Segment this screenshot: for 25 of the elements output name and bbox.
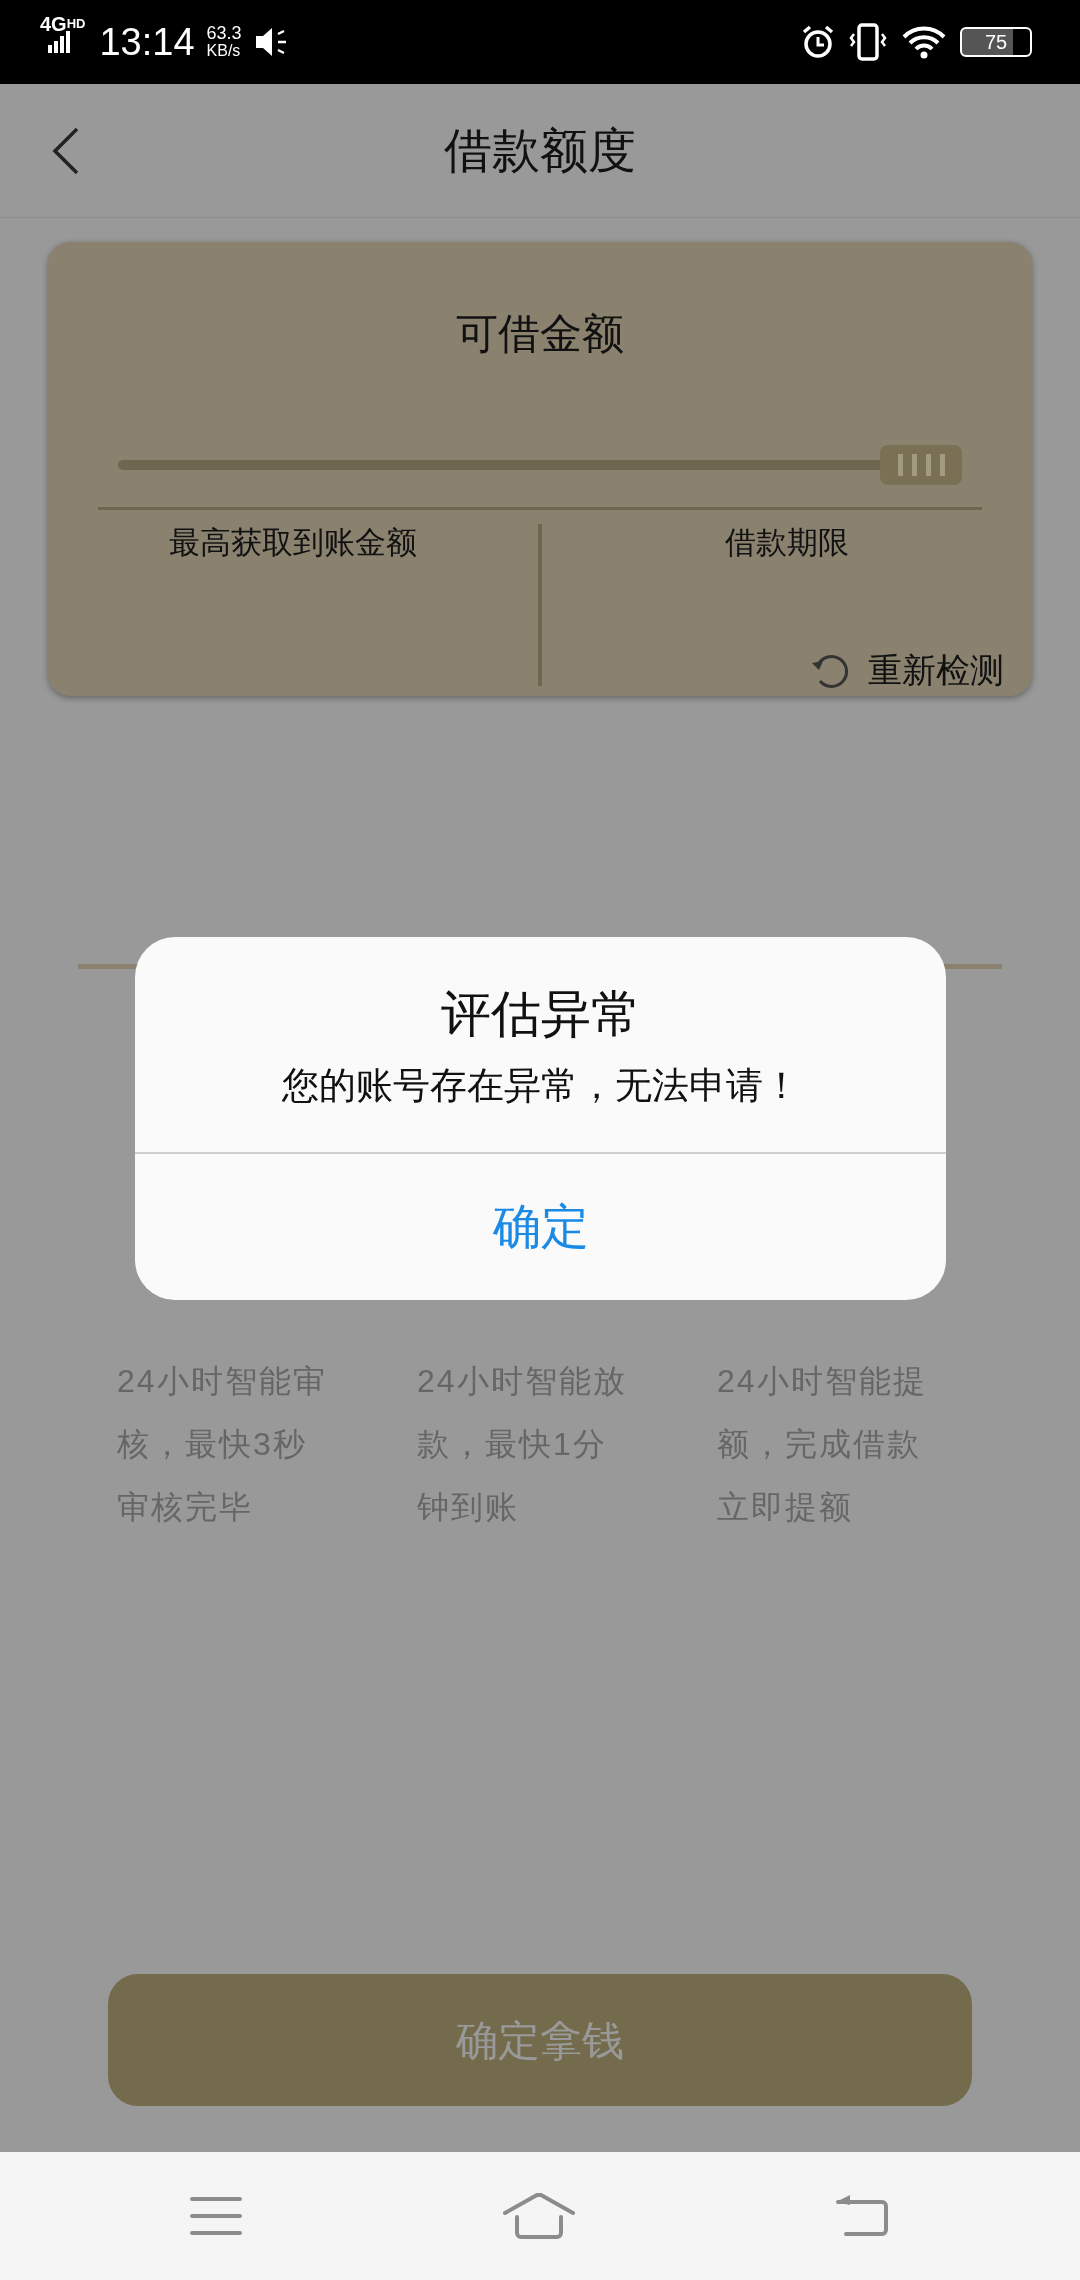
speed-unit: KB/s [206,42,242,60]
muted-speaker-icon [253,26,288,58]
page-title: 借款额度 [444,122,636,179]
recheck-link[interactable]: 重新检测 [868,645,1004,696]
network-sup-label: HD [66,15,86,34]
battery-indicator: 75 [960,27,1032,57]
back-nav-icon[interactable] [835,2194,890,2238]
speed-value: 63.3 [206,24,242,42]
dialog-ok-button[interactable]: 确定 [135,1153,946,1300]
confirm-take-money-button[interactable]: 确定拿钱 [108,1974,972,2106]
vibrate-icon [848,22,888,62]
home-icon[interactable] [503,2193,575,2239]
network-label: 4G [40,12,67,37]
signal-icon [48,31,70,53]
back-icon[interactable] [52,126,80,175]
slider[interactable] [118,445,962,485]
alarm-icon [800,24,836,60]
wifi-icon [902,25,946,59]
max-amount-label: 最高获取到账金额 [169,524,417,562]
dialog-title: 评估异常 [440,985,641,1044]
loan-term-label: 借款期限 [725,524,849,562]
card-title: 可借金额 [456,309,624,359]
menu-icon[interactable] [190,2196,243,2236]
clock-time: 13:14 [99,19,195,65]
dialog-message: 您的账号存在异常，无法申请！ [281,1064,800,1108]
